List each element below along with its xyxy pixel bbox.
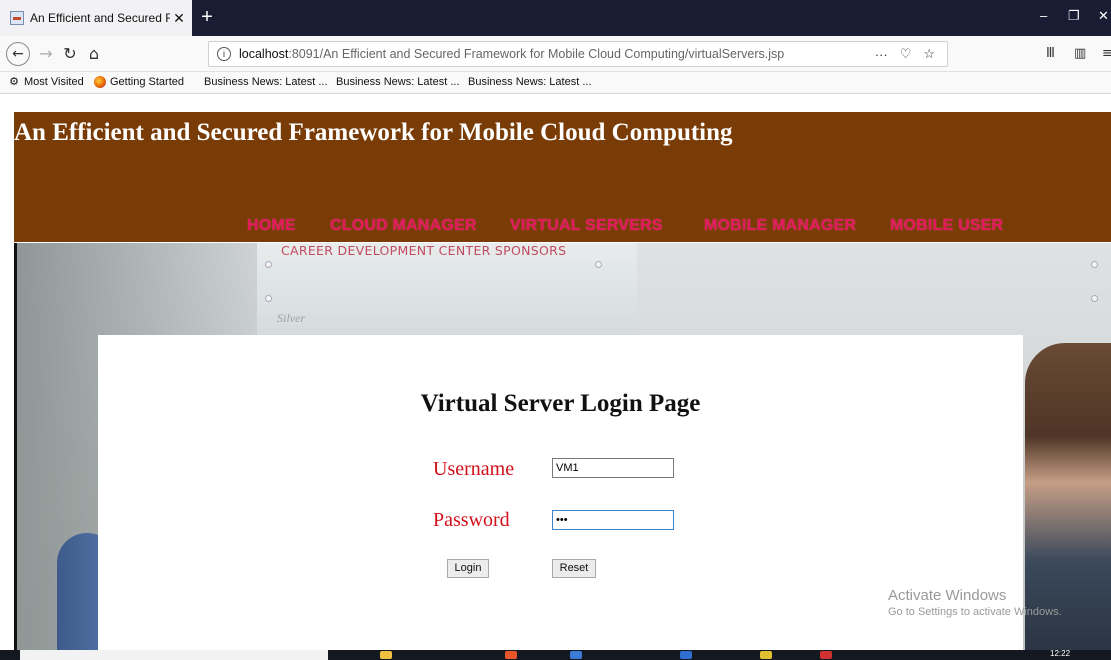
site-info-icon[interactable]: i: [217, 47, 231, 61]
menu-icon[interactable]: ≡: [1102, 46, 1111, 61]
back-arrow-icon[interactable]: ←: [6, 42, 30, 66]
browser-tab[interactable]: An Efficient and Secured Frame ✕: [0, 0, 192, 36]
library-icon[interactable]: Ⅲ: [1046, 46, 1055, 61]
app-taskbar-icon[interactable]: [570, 651, 582, 659]
windows-taskbar: 12:22: [0, 649, 1111, 660]
login-panel: Virtual Server Login Page Username Passw…: [98, 335, 1023, 655]
new-tab-button[interactable]: +: [194, 4, 220, 30]
app-taskbar-icon[interactable]: [680, 651, 692, 659]
nav-mobile-manager[interactable]: MOBILE MANAGER: [704, 217, 856, 235]
site-title: An Efficient and Secured Framework for M…: [14, 119, 733, 146]
nav-virtual-servers[interactable]: VIRTUAL SERVERS: [510, 217, 663, 235]
sponsor-sign-text: CAREER DEVELOPMENT CENTER SPONSORS: [281, 243, 567, 258]
bookmarks-toolbar: ⚙ Most Visited Getting Started Business …: [0, 72, 1111, 94]
sponsor-sign-subtext: Silver: [277, 311, 305, 325]
gear-icon: ⚙: [9, 76, 19, 88]
bookmark-most-visited[interactable]: ⚙ Most Visited: [8, 76, 84, 88]
site-header: An Efficient and Secured Framework for M…: [14, 112, 1111, 242]
taskbar-search-box[interactable]: [20, 650, 328, 660]
watermark-title: Activate Windows: [888, 587, 1007, 604]
bookmark-business-news-2[interactable]: Business News: Latest ...: [336, 76, 460, 88]
page-actions-icon[interactable]: ···: [875, 47, 888, 62]
bookmark-star-icon[interactable]: ☆: [923, 46, 935, 62]
nav-home[interactable]: HOME: [247, 217, 296, 235]
forward-arrow-icon[interactable]: →: [34, 42, 58, 66]
minimize-button[interactable]: –: [1040, 8, 1047, 23]
password-input[interactable]: [552, 510, 674, 530]
nav-mobile-user[interactable]: MOBILE USER: [890, 217, 1003, 235]
firefox-taskbar-icon[interactable]: [505, 651, 517, 659]
activate-windows-watermark: Activate Windows Go to Settings to activ…: [888, 587, 1062, 618]
bookmark-label: Getting Started: [110, 76, 184, 88]
page-favicon-icon: [10, 11, 24, 25]
app-taskbar-icon[interactable]: [760, 651, 772, 659]
file-explorer-icon[interactable]: [380, 651, 392, 659]
bookmark-business-news-3[interactable]: Business News: Latest ...: [468, 76, 592, 88]
tab-close-icon[interactable]: ✕: [170, 10, 188, 27]
taskbar-clock[interactable]: 12:22: [1050, 649, 1070, 658]
bookmark-label: Business News: Latest ...: [336, 76, 460, 88]
address-bar[interactable]: i localhost:8091/An Efficient and Secure…: [208, 41, 948, 67]
bookmark-getting-started[interactable]: Getting Started: [94, 76, 184, 88]
sign-bolt-icon: [1091, 295, 1098, 302]
firefox-icon: [94, 76, 106, 88]
sign-bolt-icon: [265, 261, 272, 268]
home-icon[interactable]: ⌂: [82, 42, 106, 66]
login-heading: Virtual Server Login Page: [420, 390, 701, 417]
sign-bolt-icon: [595, 261, 602, 268]
nav-cloud-manager[interactable]: CLOUD MANAGER: [330, 217, 477, 235]
sign-bolt-icon: [1091, 261, 1098, 268]
pocket-icon[interactable]: ♡: [900, 46, 912, 62]
maximize-button[interactable]: ❐: [1068, 8, 1080, 24]
watermark-subtitle: Go to Settings to activate Windows.: [888, 606, 1062, 618]
bookmark-label: Business News: Latest ...: [468, 76, 592, 88]
username-label: Username: [433, 458, 515, 480]
bookmark-label: Business News: Latest ...: [204, 76, 328, 88]
browser-toolbar: ← → ↻ ⌂ i localhost:8091/An Efficient an…: [0, 36, 1111, 72]
username-input[interactable]: [552, 458, 674, 478]
bookmark-business-news-1[interactable]: Business News: Latest ...: [204, 76, 328, 88]
close-window-button[interactable]: ✕: [1098, 8, 1109, 24]
sidebar-icon[interactable]: ▥: [1074, 46, 1086, 61]
sign-bolt-icon: [265, 295, 272, 302]
password-label: Password: [433, 509, 510, 531]
page-content: An Efficient and Secured Framework for M…: [0, 95, 1111, 655]
browser-tab-bar: An Efficient and Secured Frame ✕ + – ❐ ✕: [0, 0, 1111, 36]
reset-button[interactable]: Reset: [552, 559, 596, 578]
url-path: :8091/An Efficient and Secured Framework…: [288, 47, 785, 61]
app-taskbar-icon[interactable]: [820, 651, 832, 659]
url-host: localhost: [239, 47, 289, 61]
reload-icon[interactable]: ↻: [58, 42, 82, 66]
login-button[interactable]: Login: [447, 559, 489, 578]
bookmark-label: Most Visited: [24, 76, 84, 88]
tab-title: An Efficient and Secured Frame: [30, 11, 170, 25]
